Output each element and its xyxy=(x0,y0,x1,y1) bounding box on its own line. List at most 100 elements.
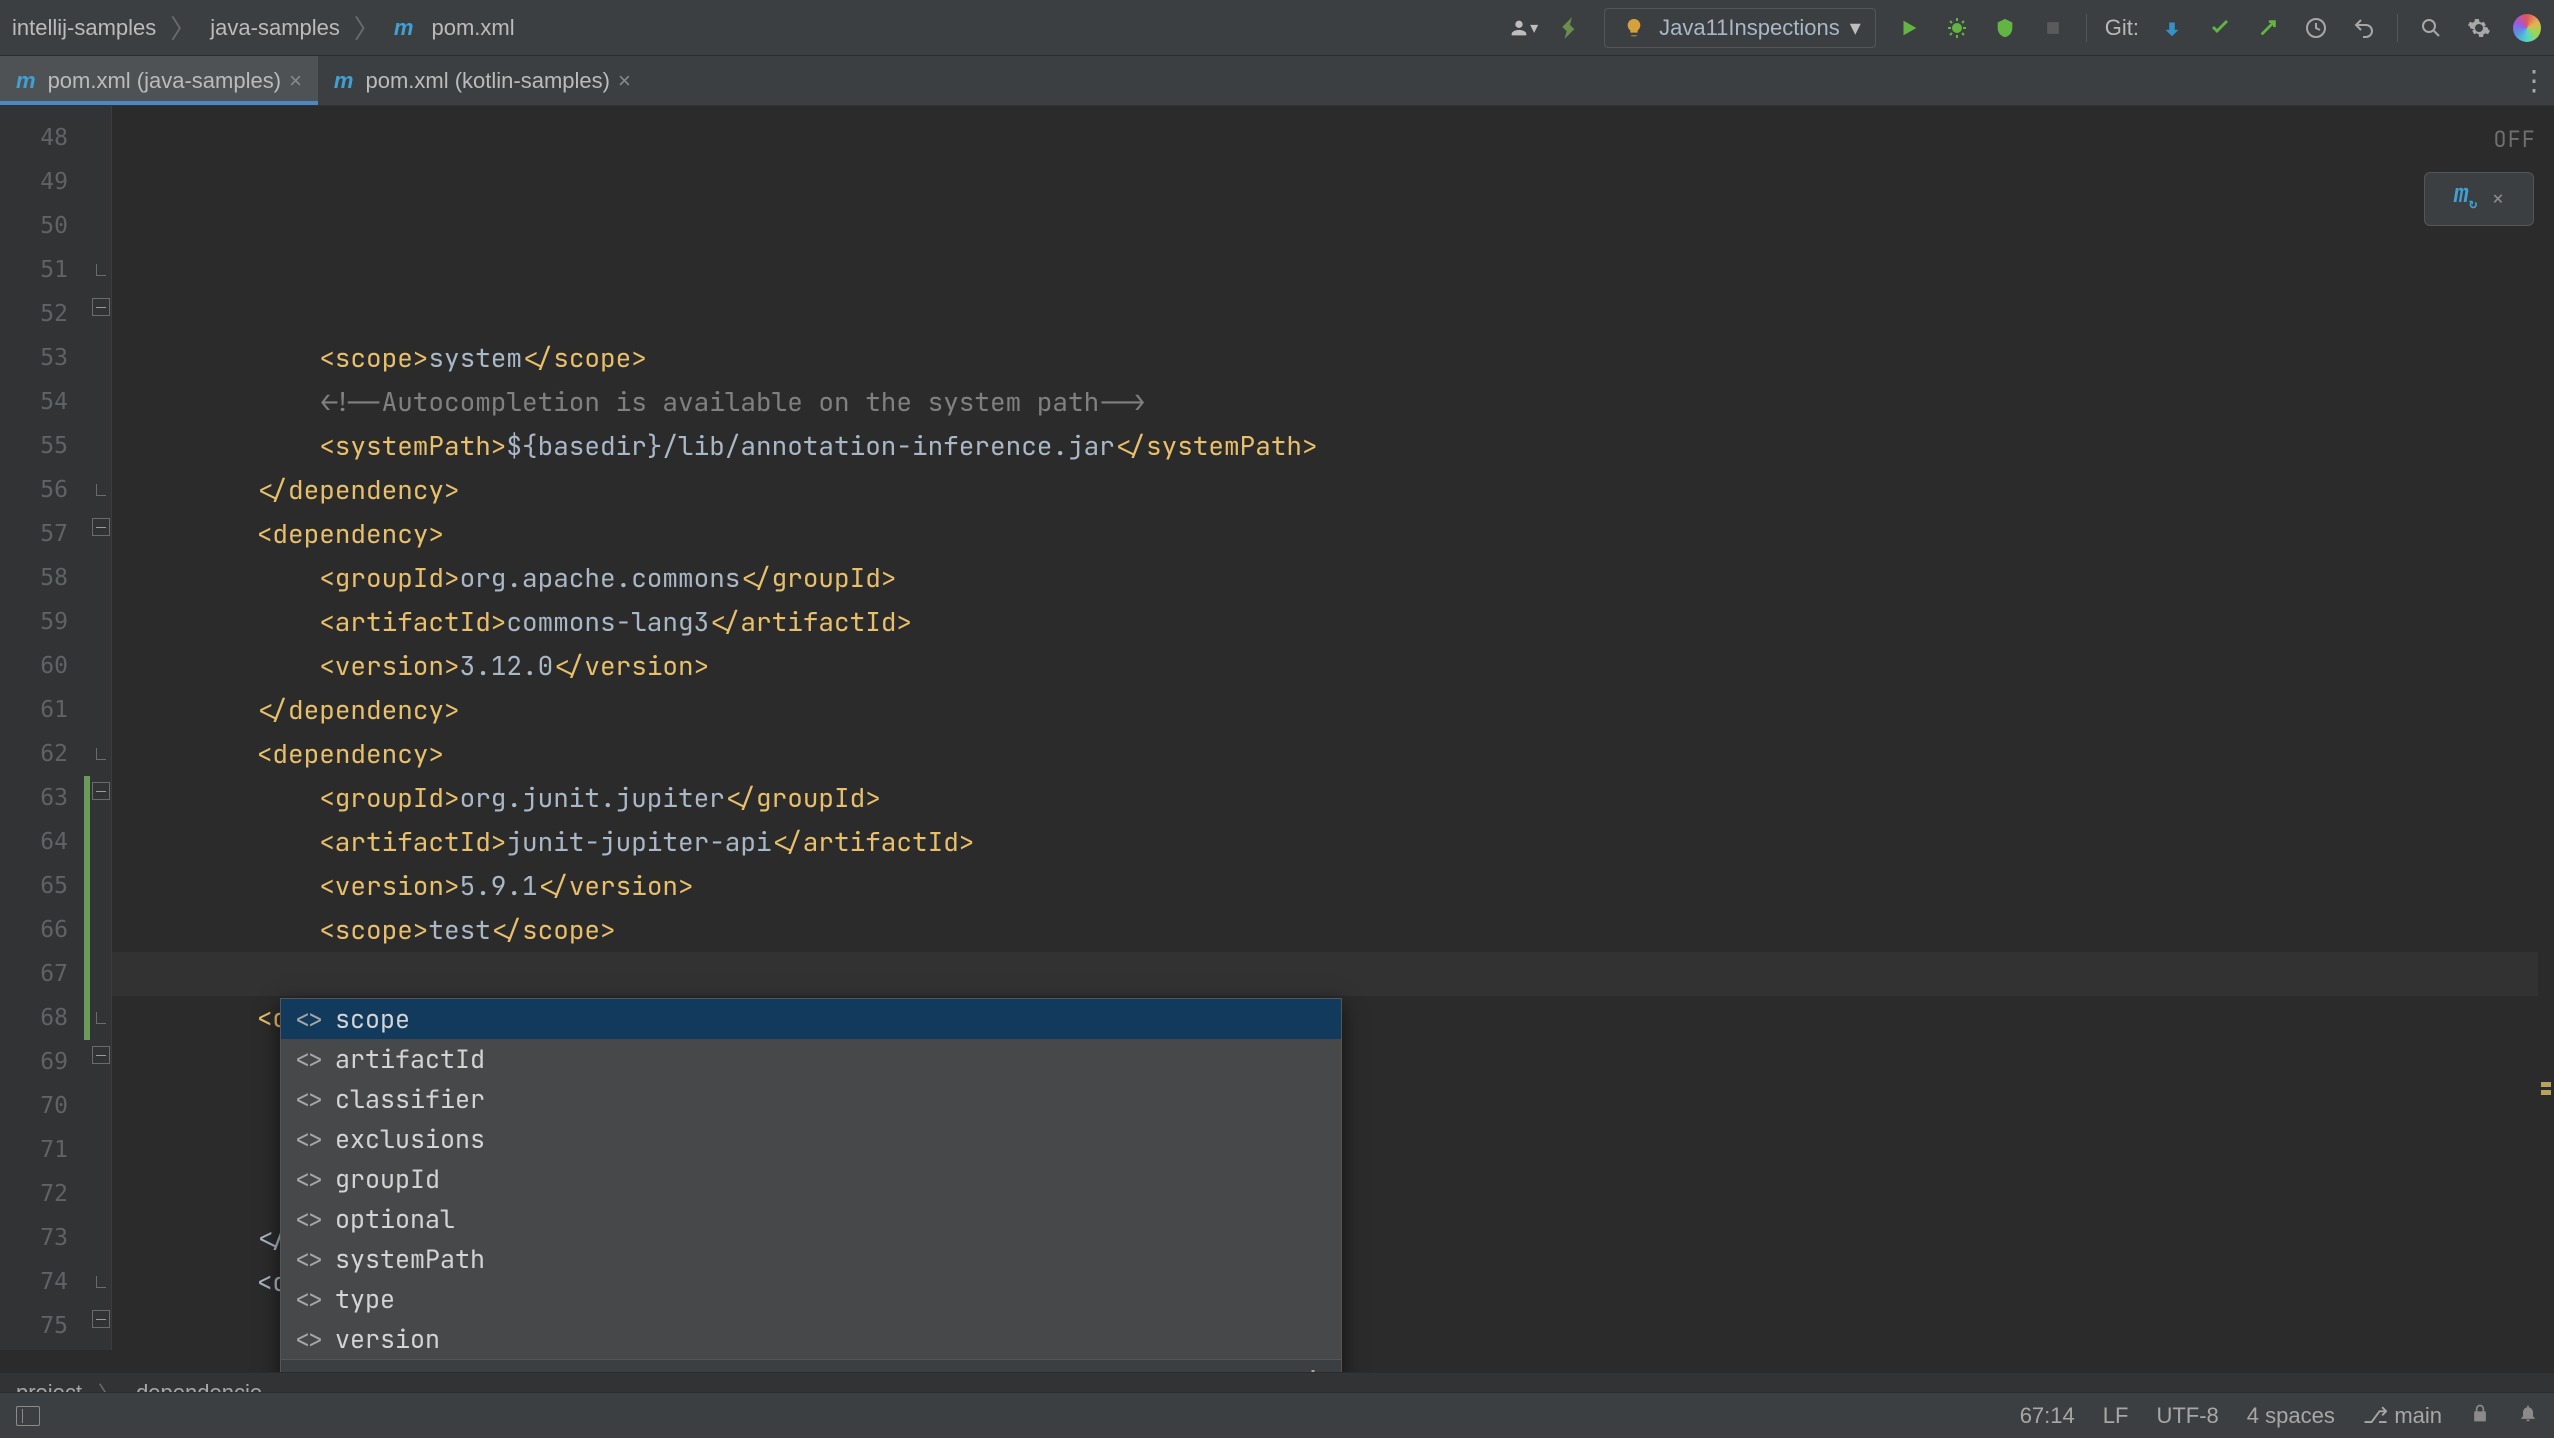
warning-marker[interactable] xyxy=(2541,1082,2551,1087)
line-number[interactable]: 57 xyxy=(0,512,90,556)
completion-item-classifier[interactable]: <>classifier xyxy=(281,1079,1341,1119)
code-line[interactable]: <!--Autocompletion is available on the s… xyxy=(132,380,2554,424)
line-number[interactable]: 48 xyxy=(0,116,90,160)
fold-end-icon[interactable] xyxy=(96,1276,106,1288)
debug-icon[interactable] xyxy=(1942,13,1972,43)
line-number[interactable]: 71 xyxy=(0,1128,90,1172)
rollback-icon[interactable] xyxy=(2349,13,2379,43)
code-line[interactable]: <groupId>org.apache.commons</groupId> xyxy=(132,556,2554,600)
line-number[interactable]: 59 xyxy=(0,600,90,644)
fold-collapse-icon[interactable] xyxy=(92,1046,110,1064)
build-icon[interactable] xyxy=(1556,13,1586,43)
fold-collapse-icon[interactable] xyxy=(92,782,110,800)
run-icon[interactable] xyxy=(1894,13,1924,43)
line-number[interactable]: 49 xyxy=(0,160,90,204)
line-number[interactable]: 62 xyxy=(0,732,90,776)
line-number[interactable]: 66 xyxy=(0,908,90,952)
line-number[interactable]: 70 xyxy=(0,1084,90,1128)
line-number[interactable]: 72 xyxy=(0,1172,90,1216)
settings-icon[interactable] xyxy=(2464,13,2494,43)
code-line[interactable]: </dependency> xyxy=(132,688,2554,732)
line-number[interactable]: 60 xyxy=(0,644,90,688)
code-line[interactable]: <version>3.12.0</version> xyxy=(132,644,2554,688)
line-number[interactable]: 56 xyxy=(0,468,90,512)
fold-end-icon[interactable] xyxy=(96,484,106,496)
tool-windows-toggle-icon[interactable] xyxy=(16,1406,40,1426)
line-number[interactable]: 68 xyxy=(0,996,90,1040)
error-stripe[interactable] xyxy=(2538,212,2554,1218)
code-line[interactable]: </dependency> xyxy=(132,468,2554,512)
caret-position[interactable]: 67:14 xyxy=(2020,1403,2075,1429)
vcs-change-marker[interactable] xyxy=(84,776,90,1040)
breadcrumb-project[interactable]: intellij-samples xyxy=(12,15,156,41)
completion-item-groupId[interactable]: <>groupId xyxy=(281,1159,1341,1199)
git-push-icon[interactable] xyxy=(2253,13,2283,43)
line-number[interactable]: 50 xyxy=(0,204,90,248)
fold-collapse-icon[interactable] xyxy=(92,298,110,316)
completion-item-version[interactable]: <>version xyxy=(281,1319,1341,1359)
code-line[interactable]: <dependency> xyxy=(132,512,2554,556)
line-number[interactable]: 74 xyxy=(0,1260,90,1304)
fold-end-icon[interactable] xyxy=(96,748,106,760)
line-number[interactable]: 63 xyxy=(0,776,90,820)
fold-gutter[interactable] xyxy=(90,106,112,1350)
ide-logo-icon[interactable] xyxy=(2512,13,2542,43)
fold-end-icon[interactable] xyxy=(96,1012,106,1024)
completion-item-exclusions[interactable]: <>exclusions xyxy=(281,1119,1341,1159)
line-number-gutter[interactable]: 4849505152535455565758596061626364656667… xyxy=(0,106,90,1350)
code-line[interactable]: <scope>test</scope> xyxy=(132,908,2554,952)
line-separator[interactable]: LF xyxy=(2103,1403,2129,1429)
line-number[interactable]: 58 xyxy=(0,556,90,600)
breadcrumb-module[interactable]: java-samples xyxy=(210,15,340,41)
line-number[interactable]: 65 xyxy=(0,864,90,908)
line-number[interactable]: 61 xyxy=(0,688,90,732)
line-number[interactable]: 54 xyxy=(0,380,90,424)
code-line[interactable]: <artifactId>junit-jupiter-api</artifactI… xyxy=(132,820,2554,864)
breadcrumb-file[interactable]: pom.xml xyxy=(431,15,514,41)
inspection-widget[interactable]: m↻ × xyxy=(2424,172,2534,226)
close-icon[interactable]: × xyxy=(618,68,631,94)
reader-mode-indicator[interactable]: OFF xyxy=(2493,118,2536,162)
search-icon[interactable] xyxy=(2416,13,2446,43)
warning-marker[interactable] xyxy=(2541,1090,2551,1095)
fold-collapse-icon[interactable] xyxy=(92,518,110,536)
file-encoding[interactable]: UTF-8 xyxy=(2156,1403,2218,1429)
readonly-lock-icon[interactable] xyxy=(2470,1403,2490,1429)
line-number[interactable]: 52 xyxy=(0,292,90,336)
history-icon[interactable] xyxy=(2301,13,2331,43)
close-icon[interactable]: × xyxy=(2491,177,2504,221)
completion-item-artifactId[interactable]: <>artifactId xyxy=(281,1039,1341,1079)
tab-pom-kotlin[interactable]: m pom.xml (kotlin-samples) × xyxy=(318,56,647,105)
fold-end-icon[interactable] xyxy=(96,264,106,276)
git-update-icon[interactable] xyxy=(2157,13,2187,43)
completion-item-type[interactable]: <>type xyxy=(281,1279,1341,1319)
code-line[interactable]: <dependency> xyxy=(132,732,2554,776)
completion-item-scope[interactable]: <>scope xyxy=(281,999,1341,1039)
tabs-more-icon[interactable]: ⋮ xyxy=(2514,56,2554,105)
run-config-selector[interactable]: Java11Inspections ▾ xyxy=(1604,8,1876,48)
notifications-icon[interactable] xyxy=(2518,1403,2538,1429)
fold-collapse-icon[interactable] xyxy=(92,1310,110,1328)
code-line[interactable]: <version>5.9.1</version> xyxy=(132,864,2554,908)
line-number[interactable]: 64 xyxy=(0,820,90,864)
indent-setting[interactable]: 4 spaces xyxy=(2247,1403,2335,1429)
git-commit-icon[interactable] xyxy=(2205,13,2235,43)
line-number[interactable]: 53 xyxy=(0,336,90,380)
code-line[interactable]: <systemPath>${basedir}/lib/annotation-in… xyxy=(132,424,2554,468)
git-branch[interactable]: ⎇ main xyxy=(2363,1403,2442,1429)
code-line[interactable]: <scope>system</scope> xyxy=(132,336,2554,380)
code-line[interactable]: <groupId>org.junit.jupiter</groupId> xyxy=(132,776,2554,820)
code-with-me-icon[interactable]: ▾ xyxy=(1508,13,1538,43)
coverage-icon[interactable] xyxy=(1990,13,2020,43)
tab-pom-java[interactable]: m pom.xml (java-samples) × xyxy=(0,56,318,105)
line-number[interactable]: 75 xyxy=(0,1304,90,1348)
code-line[interactable]: <artifactId>commons-lang3</artifactId> xyxy=(132,600,2554,644)
completion-item-systemPath[interactable]: <>systemPath xyxy=(281,1239,1341,1279)
close-icon[interactable]: × xyxy=(289,68,302,94)
stop-icon[interactable] xyxy=(2038,13,2068,43)
line-number[interactable]: 51 xyxy=(0,248,90,292)
line-number[interactable]: 55 xyxy=(0,424,90,468)
line-number[interactable]: 67 xyxy=(0,952,90,996)
line-number[interactable]: 73 xyxy=(0,1216,90,1260)
completion-item-optional[interactable]: <>optional xyxy=(281,1199,1341,1239)
